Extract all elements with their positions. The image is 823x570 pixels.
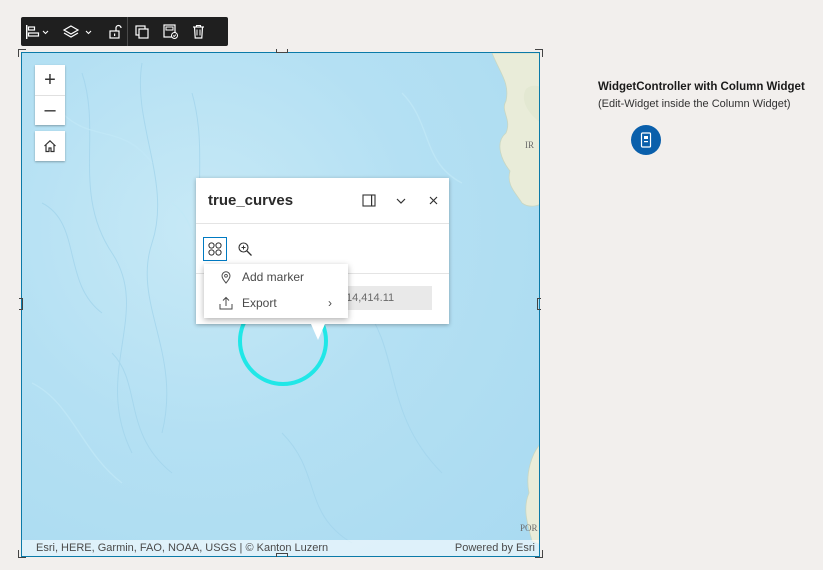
actions-menu: Add marker Export › (204, 264, 348, 318)
resize-handle-bottom-left[interactable] (18, 550, 26, 558)
menu-item-export[interactable]: Export › (204, 290, 348, 316)
resize-handle-top-right[interactable] (535, 49, 543, 57)
zoom-to-button[interactable] (233, 237, 257, 261)
submenu-chevron-icon: › (328, 296, 332, 310)
layers-icon (62, 24, 92, 38)
marker-icon (218, 270, 234, 284)
dock-icon (362, 194, 376, 207)
widget-controller-button[interactable] (631, 125, 661, 155)
powered-by-esri[interactable]: Powered by Esri (455, 542, 535, 554)
widget-edit-toolbar (21, 17, 228, 46)
close-button[interactable] (417, 185, 449, 217)
popup-field-value: 14,414.11 (344, 286, 432, 310)
widget-controller-icon (640, 132, 652, 148)
resize-handle-bottom-center[interactable] (276, 553, 288, 557)
export-icon (218, 296, 234, 310)
zoom-out-button[interactable]: – (35, 95, 65, 125)
popup-pointer (311, 324, 325, 340)
menu-item-label: Add marker (242, 270, 305, 284)
resize-handle-middle-left[interactable] (19, 298, 23, 310)
delete-button[interactable] (184, 17, 212, 46)
menu-item-label: Export (242, 296, 277, 310)
menu-item-add-marker[interactable]: Add marker (204, 264, 348, 290)
popup-title: true_curves (208, 192, 294, 209)
unlock-icon (109, 24, 122, 39)
chevron-down-icon (396, 198, 406, 204)
widget-controller-subtitle: (Edit-Widget inside the Column Widget) (598, 98, 791, 110)
close-icon (429, 196, 437, 205)
widget-controller-title: WidgetController with Column Widget (598, 81, 805, 93)
actions-menu-button[interactable] (203, 236, 227, 261)
duplicate-button[interactable] (128, 17, 156, 46)
resize-handle-top-left[interactable] (18, 49, 26, 57)
trash-icon (192, 24, 204, 39)
save-layout-button[interactable] (156, 17, 184, 46)
align-left-icon (26, 24, 49, 39)
arrange-layers-dropdown[interactable] (55, 17, 103, 46)
collapse-button[interactable] (385, 185, 417, 217)
resize-handle-middle-right[interactable] (537, 298, 541, 310)
align-left-dropdown[interactable] (21, 17, 55, 46)
home-icon (44, 139, 56, 153)
popup-header: true_curves (196, 178, 449, 224)
zoom-controls: + – (35, 65, 65, 125)
zoom-to-icon (238, 241, 252, 256)
unlock-button[interactable] (103, 17, 127, 46)
resize-handle-bottom-right[interactable] (535, 550, 543, 558)
map-label-ireland: IR (525, 140, 534, 150)
resize-handle-top-center[interactable] (276, 49, 288, 53)
zoom-in-button[interactable]: + (35, 65, 65, 95)
home-button[interactable] (35, 131, 65, 161)
save-layout-icon (162, 24, 178, 39)
grid-actions-icon (208, 241, 222, 256)
duplicate-icon (135, 24, 149, 39)
map-label-portugal: POR (520, 523, 538, 533)
dock-button[interactable] (353, 185, 385, 217)
